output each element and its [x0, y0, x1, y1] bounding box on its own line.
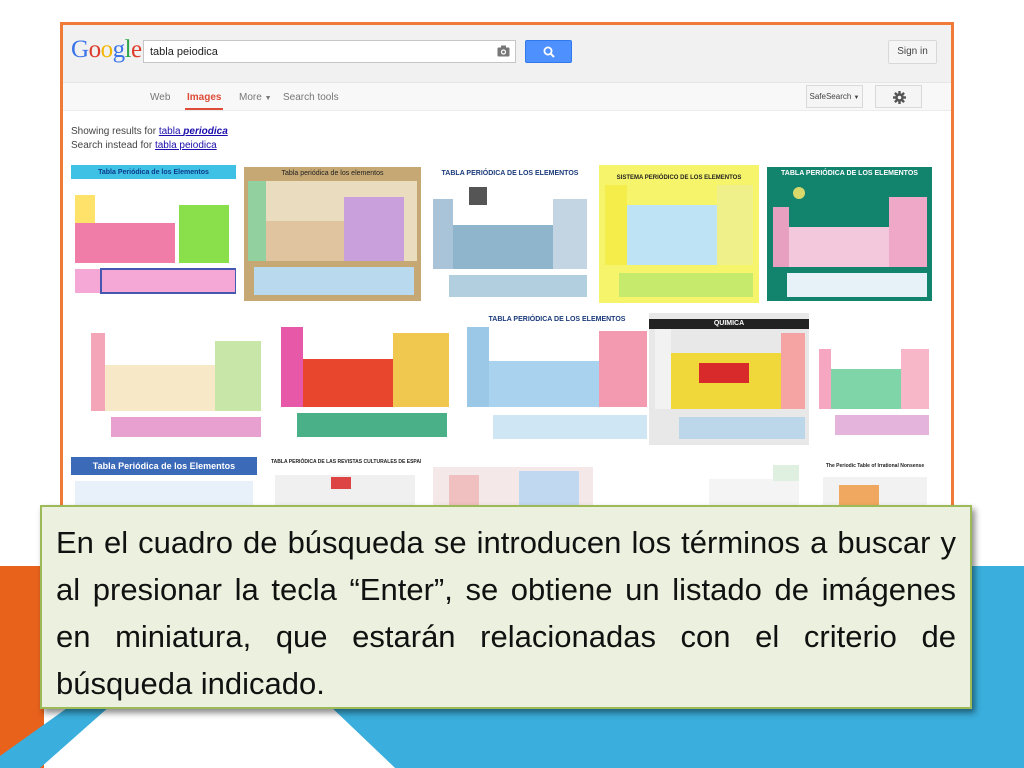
periodic-table-thumbnail — [91, 333, 261, 437]
search-input[interactable] — [144, 41, 484, 62]
periodic-table-thumbnail — [599, 165, 759, 303]
periodic-table-thumbnail — [71, 165, 236, 294]
image-result[interactable] — [71, 321, 265, 443]
spelling-correction: Showing results for tabla periodica Sear… — [71, 126, 228, 151]
image-result[interactable]: TABLA PERIÓDICA DE LOS ELEMENTOS — [463, 311, 651, 445]
gear-icon — [893, 91, 906, 104]
image-result[interactable]: TABLA PERIÓDICA DE LOS ELEMENTOS — [767, 167, 932, 301]
image-result[interactable]: TABLA PERIÓDICA DE LOS ELEMENTOS — [429, 165, 591, 303]
periodic-table-thumbnail — [433, 467, 593, 505]
tab-more[interactable]: More ▼ — [239, 92, 272, 103]
tab-images[interactable]: Images — [184, 92, 224, 110]
caption-text: En el cuadro de búsqueda se introducen l… — [56, 525, 956, 701]
google-logo[interactable]: Google — [71, 36, 142, 64]
periodic-table-thumbnail — [244, 167, 421, 301]
caption-box: En el cuadro de búsqueda se introducen l… — [40, 505, 972, 709]
orange-accent-bar — [0, 566, 44, 768]
periodic-table-thumbnail — [819, 349, 929, 435]
safesearch-button[interactable]: SafeSearch ▼ — [806, 85, 863, 108]
periodic-table-thumbnail — [467, 327, 647, 439]
search-icon — [543, 46, 555, 58]
periodic-table-thumbnail — [281, 327, 449, 437]
image-result[interactable]: TABLA PERIÓDICA DE LAS REVISTAS CULTURAL… — [271, 457, 421, 505]
image-result[interactable]: SISTEMA PERIÓDICO DE LOS ELEMENTOS — [599, 165, 759, 303]
periodic-table-thumbnail — [649, 313, 809, 445]
image-result[interactable] — [703, 461, 803, 505]
search-box — [143, 40, 516, 63]
tab-search-tools[interactable]: Search tools — [283, 92, 339, 103]
corrected-query-link[interactable]: tabla periodica — [159, 126, 228, 137]
dropdown-arrow-icon: ▼ — [853, 95, 860, 101]
image-result[interactable]: Tabla Periódica de los Elementos — [71, 165, 236, 301]
tab-web[interactable]: Web — [150, 92, 170, 103]
original-query-link[interactable]: tabla peiodica — [155, 140, 217, 151]
image-result[interactable]: QUIMICA — [649, 313, 809, 445]
google-images-screenshot: Google Sign in Web Images More ▼ Search … — [60, 22, 954, 508]
search-button[interactable] — [525, 40, 572, 63]
settings-button[interactable] — [875, 85, 922, 108]
image-result[interactable]: Tabla periódica de los elementos — [244, 167, 421, 301]
sign-in-button[interactable]: Sign in — [888, 40, 937, 64]
periodic-table-thumbnail — [709, 465, 799, 505]
google-header: Google Sign in — [63, 25, 951, 83]
image-result[interactable] — [815, 319, 933, 443]
dropdown-arrow-icon: ▼ — [264, 95, 272, 102]
image-result[interactable]: The Periodic Table of Irrational Nonsens… — [819, 461, 931, 505]
image-result[interactable]: Tabla Periódica de los Elementos — [71, 457, 257, 505]
periodic-table-thumbnail — [433, 179, 587, 297]
image-result[interactable] — [277, 319, 455, 443]
image-result[interactable] — [429, 463, 599, 505]
camera-icon[interactable] — [497, 45, 510, 57]
periodic-table-thumbnail — [767, 167, 932, 301]
